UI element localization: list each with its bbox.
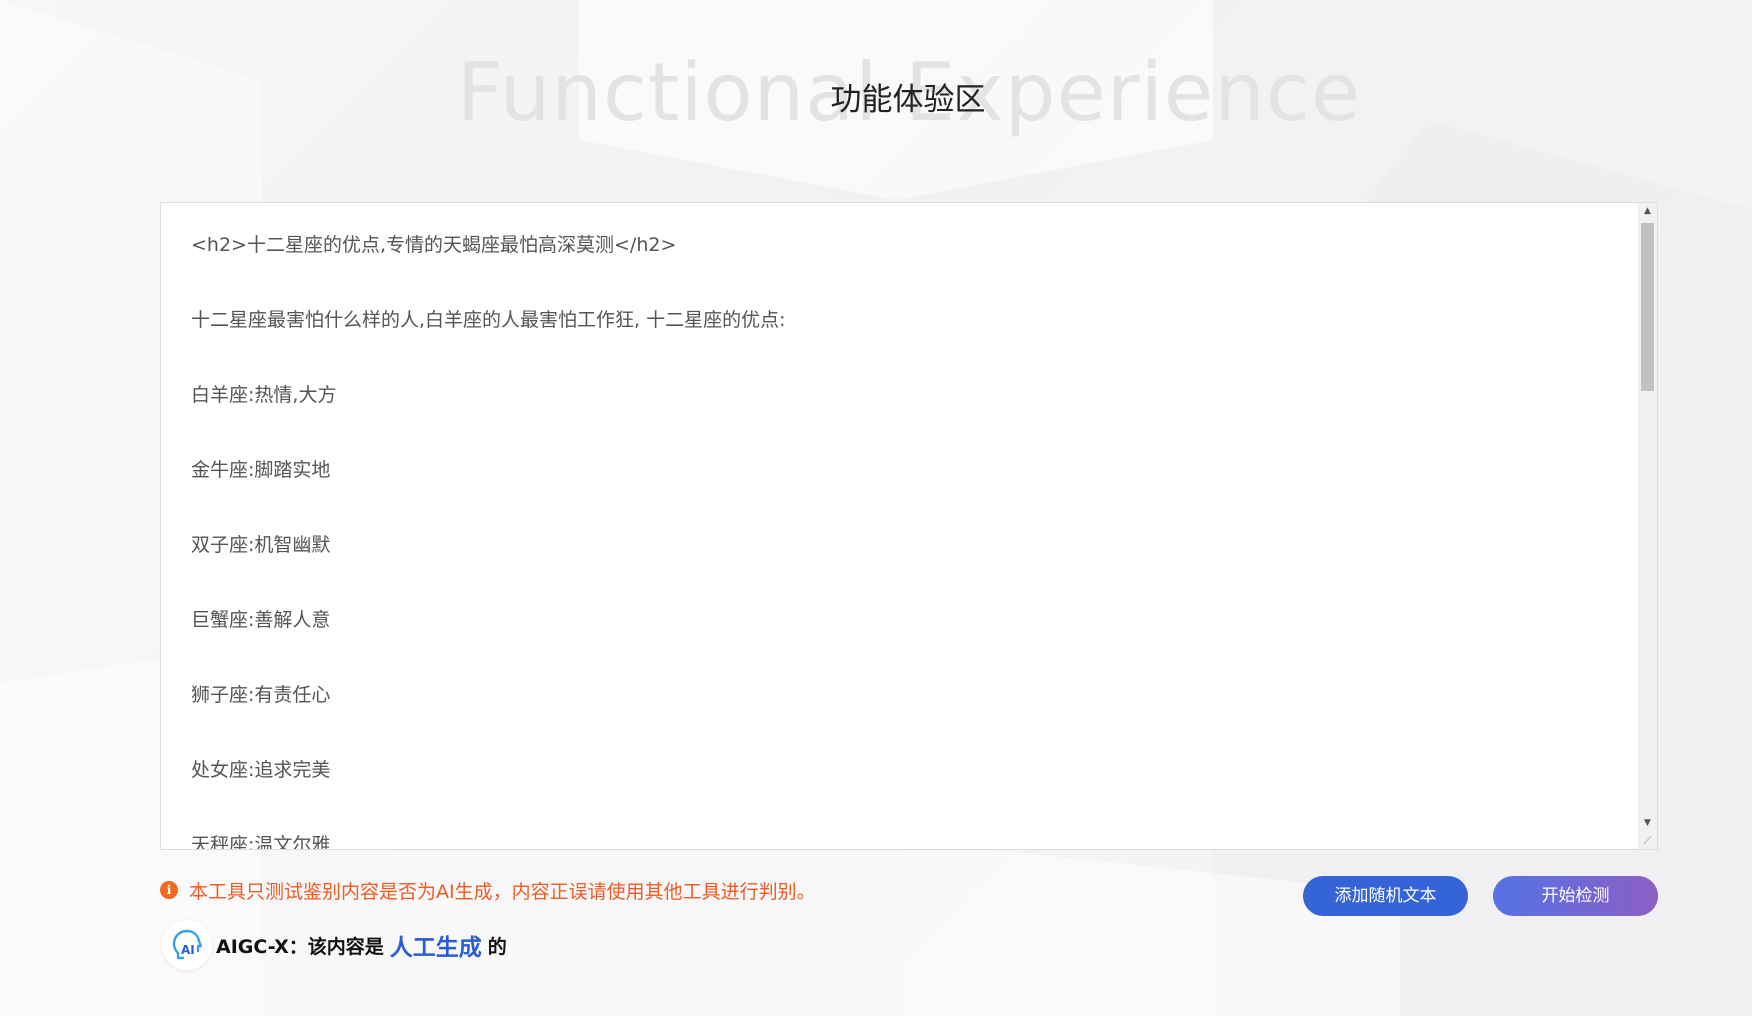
text-line: 天秤座:温文尔雅 bbox=[191, 834, 331, 849]
svg-text:AI: AI bbox=[181, 943, 195, 957]
result-value: 人工生成 bbox=[389, 935, 482, 961]
resize-handle-icon[interactable]: ⟋ bbox=[1638, 832, 1657, 849]
start-detection-button[interactable]: 开始检测 bbox=[1493, 876, 1658, 916]
text-line: <h2>十二星座的优点,专情的天蝎座最怕高深莫测</h2> bbox=[191, 234, 677, 256]
scroll-down-arrow-icon[interactable]: ▼ bbox=[1638, 815, 1657, 832]
text-line: 金牛座:脚踏实地 bbox=[191, 459, 331, 481]
vertical-scrollbar[interactable]: ▲ ▼ bbox=[1638, 203, 1657, 849]
text-input-area[interactable]: <h2>十二星座的优点,专情的天蝎座最怕高深莫测</h2> 十二星座最害怕什么样… bbox=[160, 202, 1658, 850]
info-icon: i bbox=[160, 881, 178, 899]
text-line: 狮子座:有责任心 bbox=[191, 684, 331, 706]
text-line: 白羊座:热情,大方 bbox=[191, 384, 337, 406]
add-random-text-button[interactable]: 添加随机文本 bbox=[1303, 876, 1468, 916]
ai-head-icon: AI bbox=[172, 929, 203, 960]
result-prefix: AIGC-X：该内容是 bbox=[216, 935, 384, 958]
text-input-content[interactable]: <h2>十二星座的优点,专情的天蝎座最怕高深莫测</h2> 十二星座最害怕什么样… bbox=[191, 233, 1627, 849]
text-line: 双子座:机智幽默 bbox=[191, 534, 331, 556]
scrollbar-thumb[interactable] bbox=[1641, 223, 1654, 391]
detection-result: AI AIGC-X：该内容是 人工生成 的 bbox=[162, 918, 507, 972]
section-header: Functional Experience 功能体验区 bbox=[0, 40, 1752, 150]
text-line: 处女座:追求完美 bbox=[191, 759, 331, 781]
text-line: 巨蟹座:善解人意 bbox=[191, 609, 331, 631]
result-suffix: 的 bbox=[487, 935, 507, 958]
disclaimer-notice: i 本工具只测试鉴别内容是否为AI生成，内容正误请使用其他工具进行判别。 bbox=[160, 878, 816, 903]
disclaimer-text: 本工具只测试鉴别内容是否为AI生成，内容正误请使用其他工具进行判别。 bbox=[189, 880, 816, 903]
scroll-up-arrow-icon[interactable]: ▲ bbox=[1638, 203, 1657, 220]
aigc-x-logo-icon: AI bbox=[162, 920, 212, 970]
page-title: 功能体验区 bbox=[830, 82, 986, 118]
text-line: 十二星座最害怕什么样的人,白羊座的人最害怕工作狂, 十二星座的优点: bbox=[191, 309, 786, 331]
